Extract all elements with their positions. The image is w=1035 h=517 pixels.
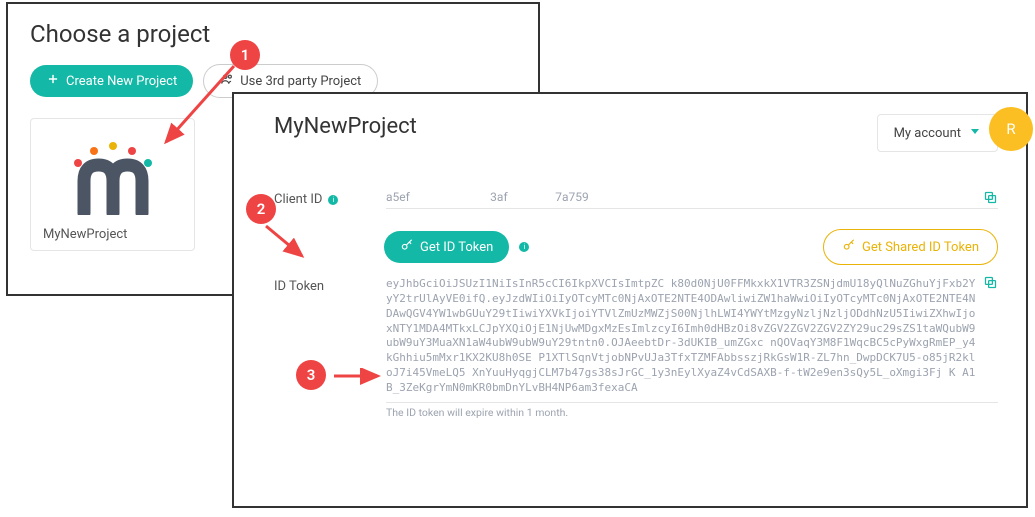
key-icon [400,238,414,256]
project-card-name: MyNewProject [43,227,182,242]
step-2-badge: 2 [246,194,276,224]
choose-project-title: Choose a project [30,20,516,48]
step-3-badge: 3 [296,360,326,390]
use-third-party-label: Use 3rd party Project [240,74,361,89]
key-icon [842,238,856,256]
client-id-value: a5ef 3af 7a759 [386,190,998,209]
arrow-annotation [330,368,390,388]
chevron-down-icon [969,125,981,141]
client-id-text: a5ef 3af 7a759 [386,190,589,204]
my-account-dropdown[interactable]: My account R [877,114,998,152]
client-id-label-text: Client ID [274,192,322,207]
client-id-label: Client ID i [274,190,374,207]
id-token-note: The ID token will expire within 1 month. [386,402,998,419]
project-detail-title: MyNewProject [274,114,417,139]
get-shared-id-token-button[interactable]: Get Shared ID Token [823,229,998,265]
get-id-token-button[interactable]: Get ID Token [384,231,509,263]
plus-icon [46,72,60,90]
get-shared-id-token-label: Get Shared ID Token [862,240,979,255]
project-detail-panel: MyNewProject My account R Client ID i a5… [232,92,1028,508]
arrow-annotation [152,60,252,160]
id-token-content: eyJhbGciOiJSUzI1NiIsInR5cCI6IkpXVCIsImtp… [386,277,998,419]
client-id-row: Client ID i a5ef 3af 7a759 [274,190,998,209]
info-icon[interactable]: i [519,242,529,252]
arrow-annotation [262,222,322,272]
project-detail-header: MyNewProject My account R [274,114,998,152]
get-id-token-label: Get ID Token [420,240,493,255]
info-icon[interactable]: i [328,195,338,205]
id-token-label: ID Token [274,277,374,294]
copy-icon[interactable] [983,275,998,294]
copy-icon[interactable] [983,190,998,208]
id-token-value: eyJhbGciOiJSUzI1NiIsInR5cCI6IkpXVCIsImtp… [386,277,998,396]
token-actions-row: Get ID Token i Get Shared ID Token [274,229,998,265]
id-token-row: ID Token eyJhbGciOiJSUzI1NiIsInR5cCI6Ikp… [274,277,998,419]
avatar[interactable]: R [989,107,1033,151]
my-account-label: My account [894,126,961,141]
